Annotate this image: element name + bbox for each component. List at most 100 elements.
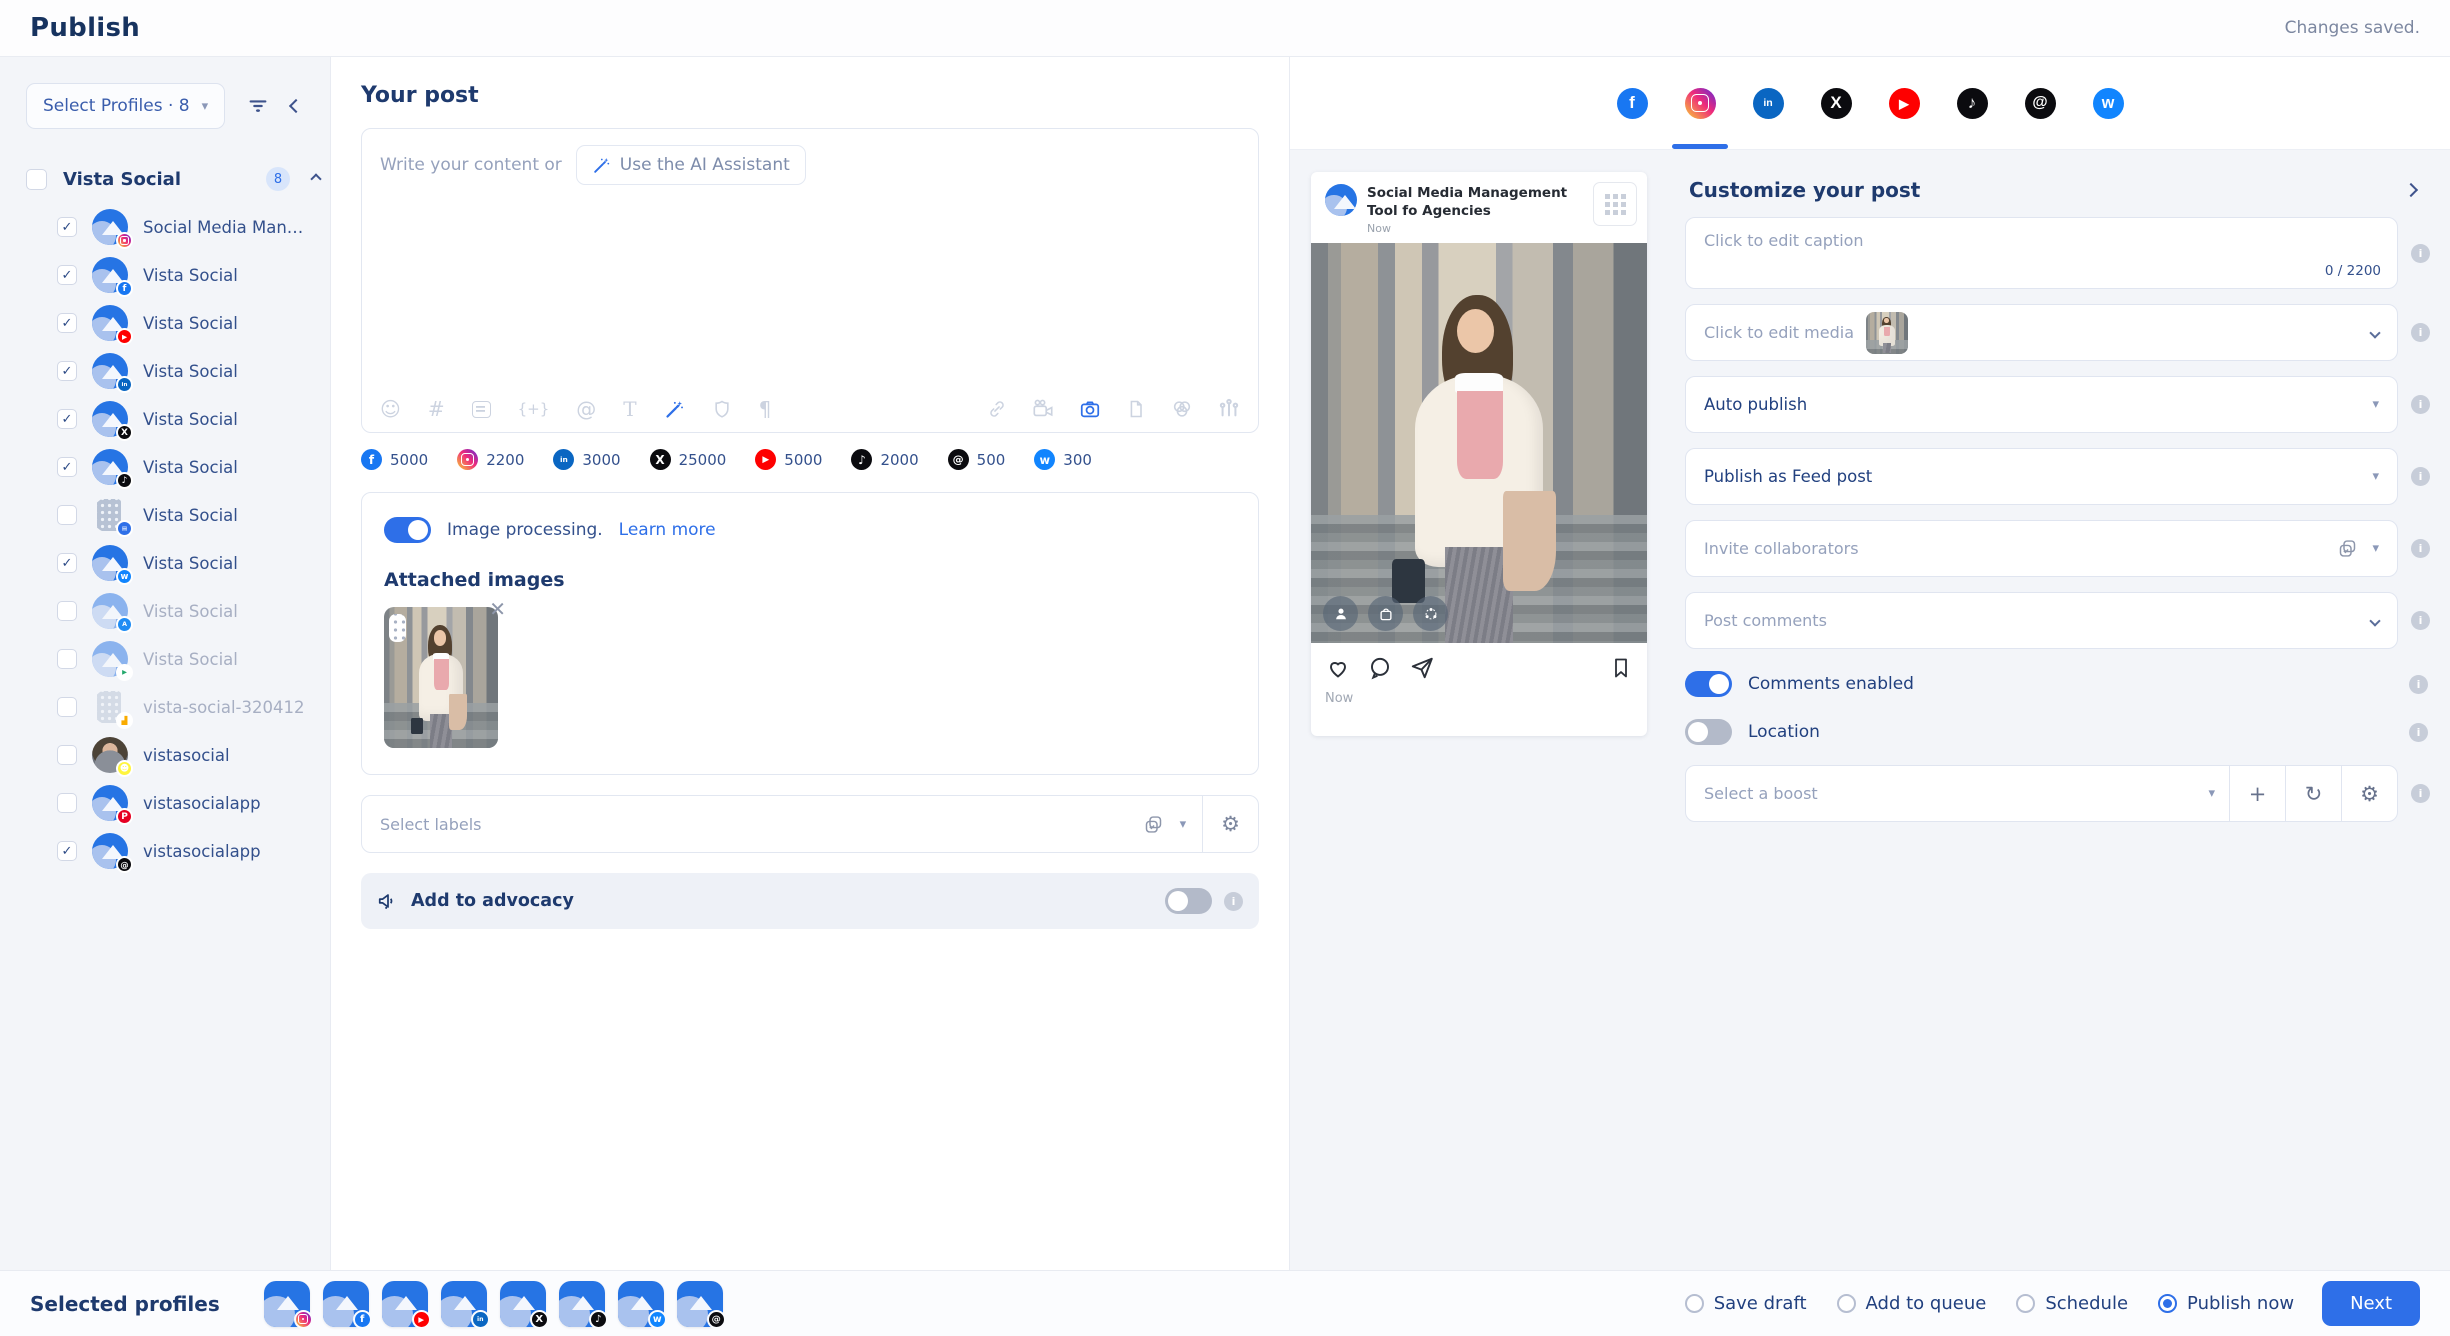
profile-row[interactable]: Vista Social (26, 635, 320, 683)
profile-row[interactable]: Vista Social (26, 539, 320, 587)
comment-icon[interactable] (1367, 655, 1393, 681)
next-button[interactable]: Next (2322, 1281, 2420, 1326)
share-icon[interactable] (1409, 655, 1435, 681)
saved-captions-icon[interactable] (472, 401, 491, 418)
radio-icon[interactable] (1837, 1294, 1856, 1313)
profile-row[interactable]: vistasocial (26, 731, 320, 779)
poll-stats-icon[interactable] (1218, 398, 1240, 420)
ai-assistant-button[interactable]: Use the AI Assistant (576, 145, 806, 185)
emoji-icon[interactable]: ☺ (380, 399, 401, 419)
profile-checkbox[interactable] (57, 313, 77, 333)
profile-checkbox[interactable] (57, 793, 77, 813)
comments-enabled-toggle[interactable] (1685, 671, 1732, 697)
network-tab[interactable] (2091, 57, 2126, 149)
image-processing-toggle[interactable] (384, 517, 431, 543)
profile-checkbox[interactable] (57, 601, 77, 621)
profile-checkbox[interactable] (57, 841, 77, 861)
labels-chevron-down-icon[interactable]: ▾ (1180, 817, 1187, 832)
profile-row[interactable]: Vista Social (26, 299, 320, 347)
like-icon[interactable] (1325, 655, 1351, 681)
remove-image-icon[interactable]: ✕ (489, 597, 506, 621)
apply-collaborators-icon[interactable] (2337, 538, 2358, 559)
attached-image-thumbnail[interactable]: ✕ (384, 607, 498, 748)
expand-customize-icon[interactable] (2404, 183, 2418, 197)
tag-people-icon[interactable] (1323, 596, 1358, 631)
profile-row[interactable]: vistasocialapp (26, 827, 320, 875)
learn-more-link[interactable]: Learn more (619, 520, 716, 540)
tag-products-icon[interactable] (1368, 596, 1403, 631)
profile-checkbox[interactable] (57, 409, 77, 429)
auto-publish-select[interactable]: Auto publish ▾ (1685, 376, 2398, 433)
media-field[interactable]: Click to edit media (1685, 304, 2398, 361)
profile-checkbox[interactable] (57, 649, 77, 669)
profile-row[interactable]: Social Media Managem... (26, 203, 320, 251)
filter-icon[interactable] (247, 95, 269, 117)
media-info-icon[interactable]: i (2411, 323, 2430, 342)
profile-row[interactable]: Vista Social (26, 587, 320, 635)
collapse-group-icon[interactable] (310, 173, 321, 184)
variables-icon[interactable]: {+} (518, 402, 550, 417)
publish-option-radio[interactable]: Schedule (2016, 1293, 2128, 1314)
apply-labels-icon[interactable] (1143, 814, 1164, 835)
labels-settings-icon[interactable]: ⚙ (1221, 812, 1240, 836)
profile-checkbox[interactable] (57, 361, 77, 381)
network-tab[interactable] (2023, 57, 2058, 149)
post-comments-chevron-icon[interactable] (2369, 615, 2380, 626)
profile-row[interactable]: Vista Social (26, 251, 320, 299)
preview-layout-grid-icon[interactable] (1593, 182, 1637, 226)
invite-collaborators-info-icon[interactable]: i (2411, 539, 2430, 558)
hashtag-icon[interactable]: # (428, 399, 445, 419)
media-chevron-down-icon[interactable] (2369, 327, 2380, 338)
network-tab[interactable] (1887, 57, 1922, 149)
location-info-icon[interactable]: i (2409, 723, 2428, 742)
advocacy-toggle[interactable] (1165, 888, 1212, 914)
network-tab[interactable] (1683, 57, 1718, 149)
media-thumbnail[interactable] (1866, 312, 1908, 354)
publish-as-select[interactable]: Publish as Feed post ▾ (1685, 448, 2398, 505)
refresh-boost-button[interactable]: ↻ (2285, 766, 2341, 821)
collapse-sidebar-icon[interactable] (289, 99, 303, 113)
caption-info-icon[interactable]: i (2411, 244, 2430, 263)
media-blend-icon[interactable] (1171, 398, 1193, 420)
profile-row[interactable]: vistasocialapp (26, 779, 320, 827)
publish-option-radio[interactable]: Publish now (2158, 1293, 2294, 1314)
network-tab[interactable] (1955, 57, 1990, 149)
bookmark-icon[interactable] (1609, 656, 1633, 680)
profile-checkbox[interactable] (57, 457, 77, 477)
profile-checkbox[interactable] (57, 553, 77, 573)
network-tab[interactable] (1751, 57, 1786, 149)
caption-field[interactable]: Click to edit caption 0 / 2200 (1685, 217, 2398, 289)
profile-checkbox[interactable] (57, 505, 77, 525)
profile-row[interactable]: vista-social-320412 (26, 683, 320, 731)
profile-row[interactable]: Vista Social (26, 491, 320, 539)
network-tab[interactable] (1615, 57, 1650, 149)
comments-enabled-info-icon[interactable]: i (2409, 675, 2428, 694)
profile-checkbox[interactable] (57, 217, 77, 237)
publish-option-radio[interactable]: Save draft (1685, 1293, 1807, 1314)
paragraph-icon[interactable]: ¶ (759, 399, 772, 419)
group-checkbox[interactable] (26, 169, 47, 190)
auto-publish-info-icon[interactable]: i (2411, 395, 2430, 414)
profile-checkbox[interactable] (57, 265, 77, 285)
radio-icon[interactable] (2158, 1294, 2177, 1313)
post-editor[interactable]: Write your content or Use the AI Assista… (361, 128, 1259, 433)
publish-option-radio[interactable]: Add to queue (1837, 1293, 1987, 1314)
mention-icon[interactable]: @ (576, 399, 596, 419)
advocacy-info-icon[interactable]: i (1224, 892, 1243, 911)
invite-collaborators-field[interactable]: Invite collaborators ▾ (1685, 520, 2398, 577)
file-icon[interactable] (1126, 399, 1146, 419)
boost-settings-icon[interactable]: ⚙ (2341, 766, 2397, 821)
collaborators-icon[interactable] (1413, 596, 1448, 631)
ai-wand-icon[interactable] (664, 399, 685, 420)
post-comments-field[interactable]: Post comments (1685, 592, 2398, 649)
profile-row[interactable]: Vista Social (26, 347, 320, 395)
publish-as-info-icon[interactable]: i (2411, 467, 2430, 486)
profile-checkbox[interactable] (57, 697, 77, 717)
boost-select[interactable]: Select a boost ▾ + ↻ ⚙ (1685, 765, 2398, 822)
boost-info-icon[interactable]: i (2411, 784, 2430, 803)
video-icon[interactable] (1032, 398, 1054, 420)
select-labels-field[interactable]: Select labels ▾ ⚙ (361, 795, 1259, 853)
profile-checkbox[interactable] (57, 745, 77, 765)
profile-group-header[interactable]: Vista Social 8 (26, 167, 320, 191)
link-icon[interactable] (987, 399, 1007, 419)
